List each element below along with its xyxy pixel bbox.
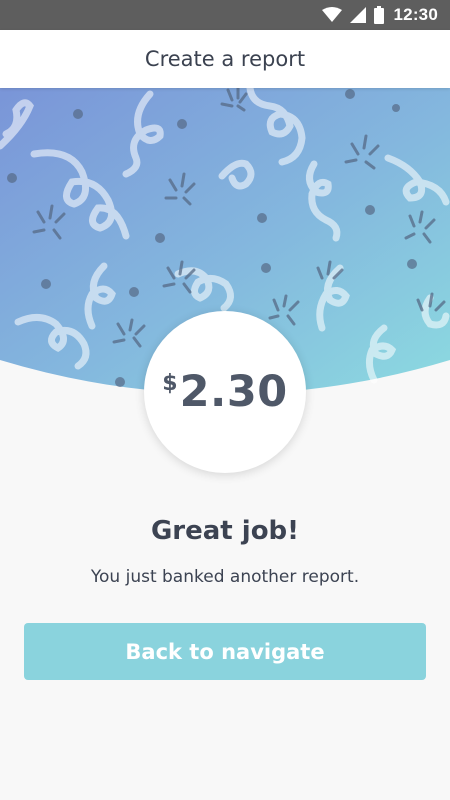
wifi-icon <box>321 7 342 22</box>
page-title: Create a report <box>144 47 306 71</box>
success-headline: Great job! <box>150 516 300 546</box>
success-subtext: You just banked another report. <box>90 567 360 587</box>
battery-icon <box>373 6 384 24</box>
back-to-navigate-button[interactable]: Back to navigate <box>24 623 426 680</box>
signal-icon <box>349 7 366 23</box>
reward-amount-badge: $ 2.30 <box>144 311 306 473</box>
app-bar: Create a report <box>0 30 450 88</box>
status-icons: 12:30 <box>321 0 438 30</box>
status-time: 12:30 <box>393 5 438 24</box>
status-bar: 12:30 <box>0 0 450 30</box>
currency-symbol: $ <box>162 371 178 396</box>
reward-amount: 2.30 <box>179 367 288 417</box>
